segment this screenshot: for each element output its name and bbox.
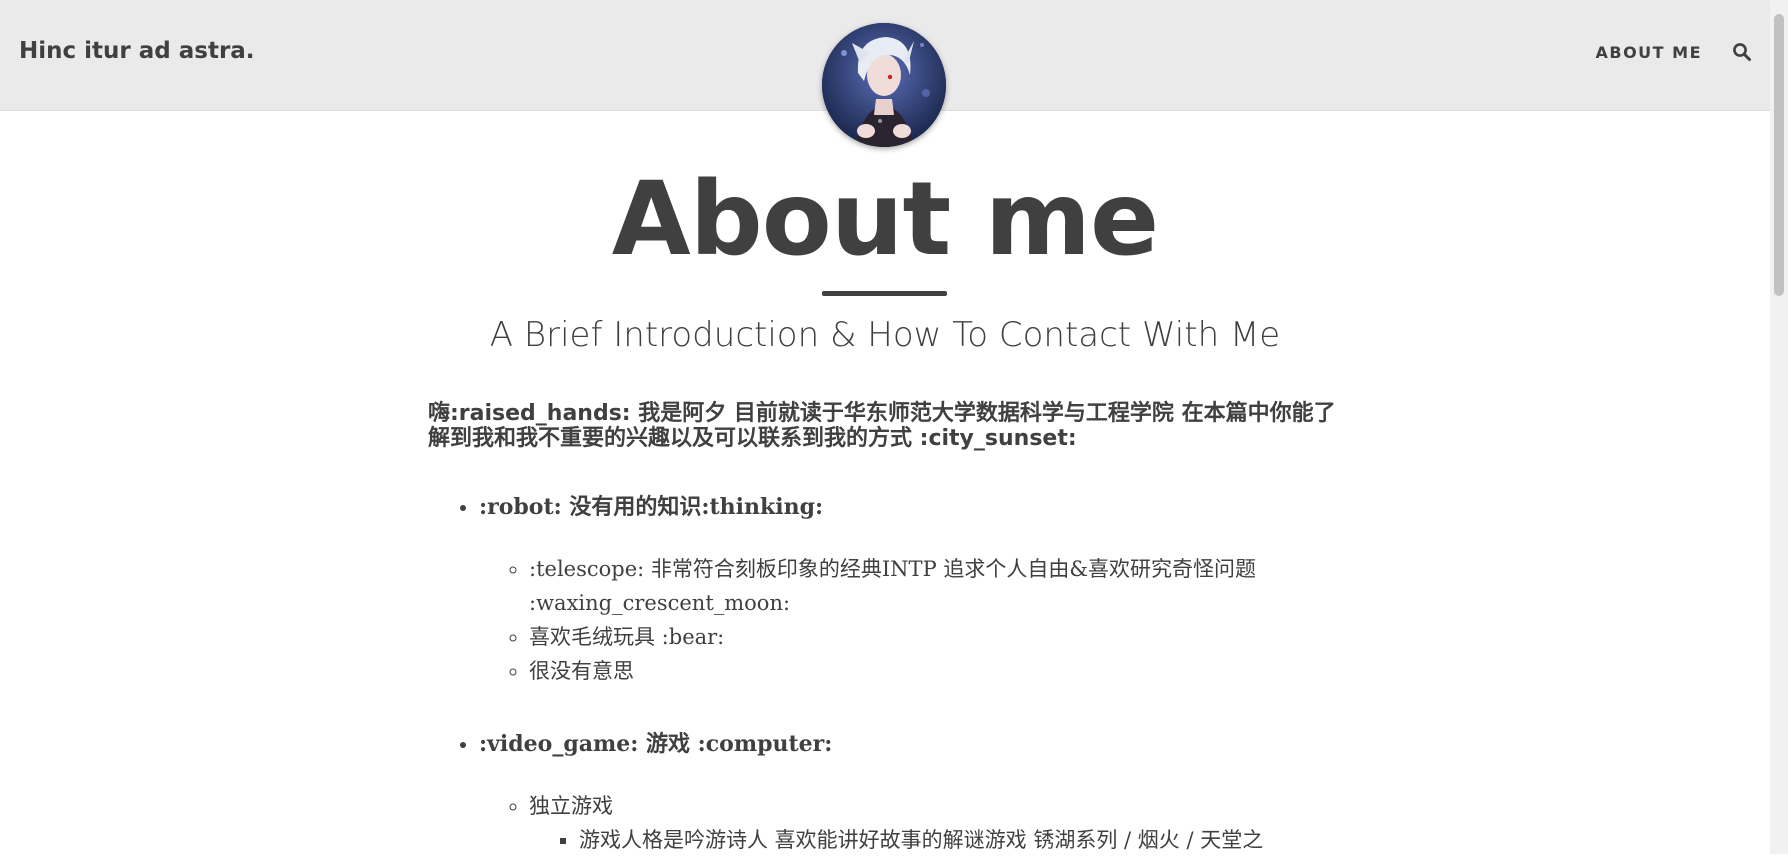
scrollbar[interactable] (1770, 0, 1788, 854)
list-item: 喜欢毛绒玩具 :bear: (529, 620, 1348, 654)
nav-link-about-me[interactable]: ABOUT ME (1595, 43, 1702, 62)
sub-list: 独立游戏 游戏人格是吟游诗人 喜欢能讲好故事的解谜游戏 锈湖系列 / 烟火 / … (479, 789, 1348, 857)
avatar (822, 23, 946, 147)
intro-text: 嗨:raised_hands: 我是阿夕 目前就读于华东师范大学数据科学与工程学… (428, 401, 1336, 451)
search-icon[interactable] (1732, 42, 1752, 62)
section-games: :video_game: 游戏 :computer: 独立游戏 游戏人格是吟游诗… (479, 727, 1348, 857)
scrollbar-thumb[interactable] (1774, 14, 1784, 296)
list-item-label: 独立游戏 (529, 794, 613, 818)
sections-list: :robot: 没有用的知识:thinking: :telescope: 非常符… (428, 490, 1348, 857)
list-item: :telescope: 非常符合刻板印象的经典INTP 追求个人自由&喜欢研究奇… (529, 552, 1348, 620)
nested-list: 游戏人格是吟游诗人 喜欢能讲好故事的解谜游戏 锈湖系列 / 烟火 / 天堂之 (529, 823, 1348, 857)
list-item: 独立游戏 游戏人格是吟游诗人 喜欢能讲好故事的解谜游戏 锈湖系列 / 烟火 / … (529, 789, 1348, 857)
sub-list: :telescope: 非常符合刻板印象的经典INTP 追求个人自由&喜欢研究奇… (479, 552, 1348, 688)
title-divider (822, 291, 947, 296)
page-subtitle: A Brief Introduction & How To Contact Wi… (489, 315, 1281, 355)
list-item: 很没有意思 (529, 654, 1348, 688)
section-knowledge: :robot: 没有用的知识:thinking: :telescope: 非常符… (479, 490, 1348, 688)
site-brand-link[interactable]: Hinc itur ad astra. (19, 38, 255, 64)
post-content: 嗨:raised_hands: 我是阿夕 目前就读于华东师范大学数据科学与工程学… (428, 401, 1348, 857)
section-heading: :robot: 没有用的知识:thinking: (479, 494, 824, 520)
nav-menu: ABOUT ME (1595, 42, 1752, 62)
section-heading: :video_game: 游戏 :computer: (479, 731, 833, 757)
page-title: About me (611, 160, 1159, 279)
avatar-image (822, 23, 946, 147)
nested-list-item: 游戏人格是吟游诗人 喜欢能讲好故事的解谜游戏 锈湖系列 / 烟火 / 天堂之 (579, 823, 1348, 857)
